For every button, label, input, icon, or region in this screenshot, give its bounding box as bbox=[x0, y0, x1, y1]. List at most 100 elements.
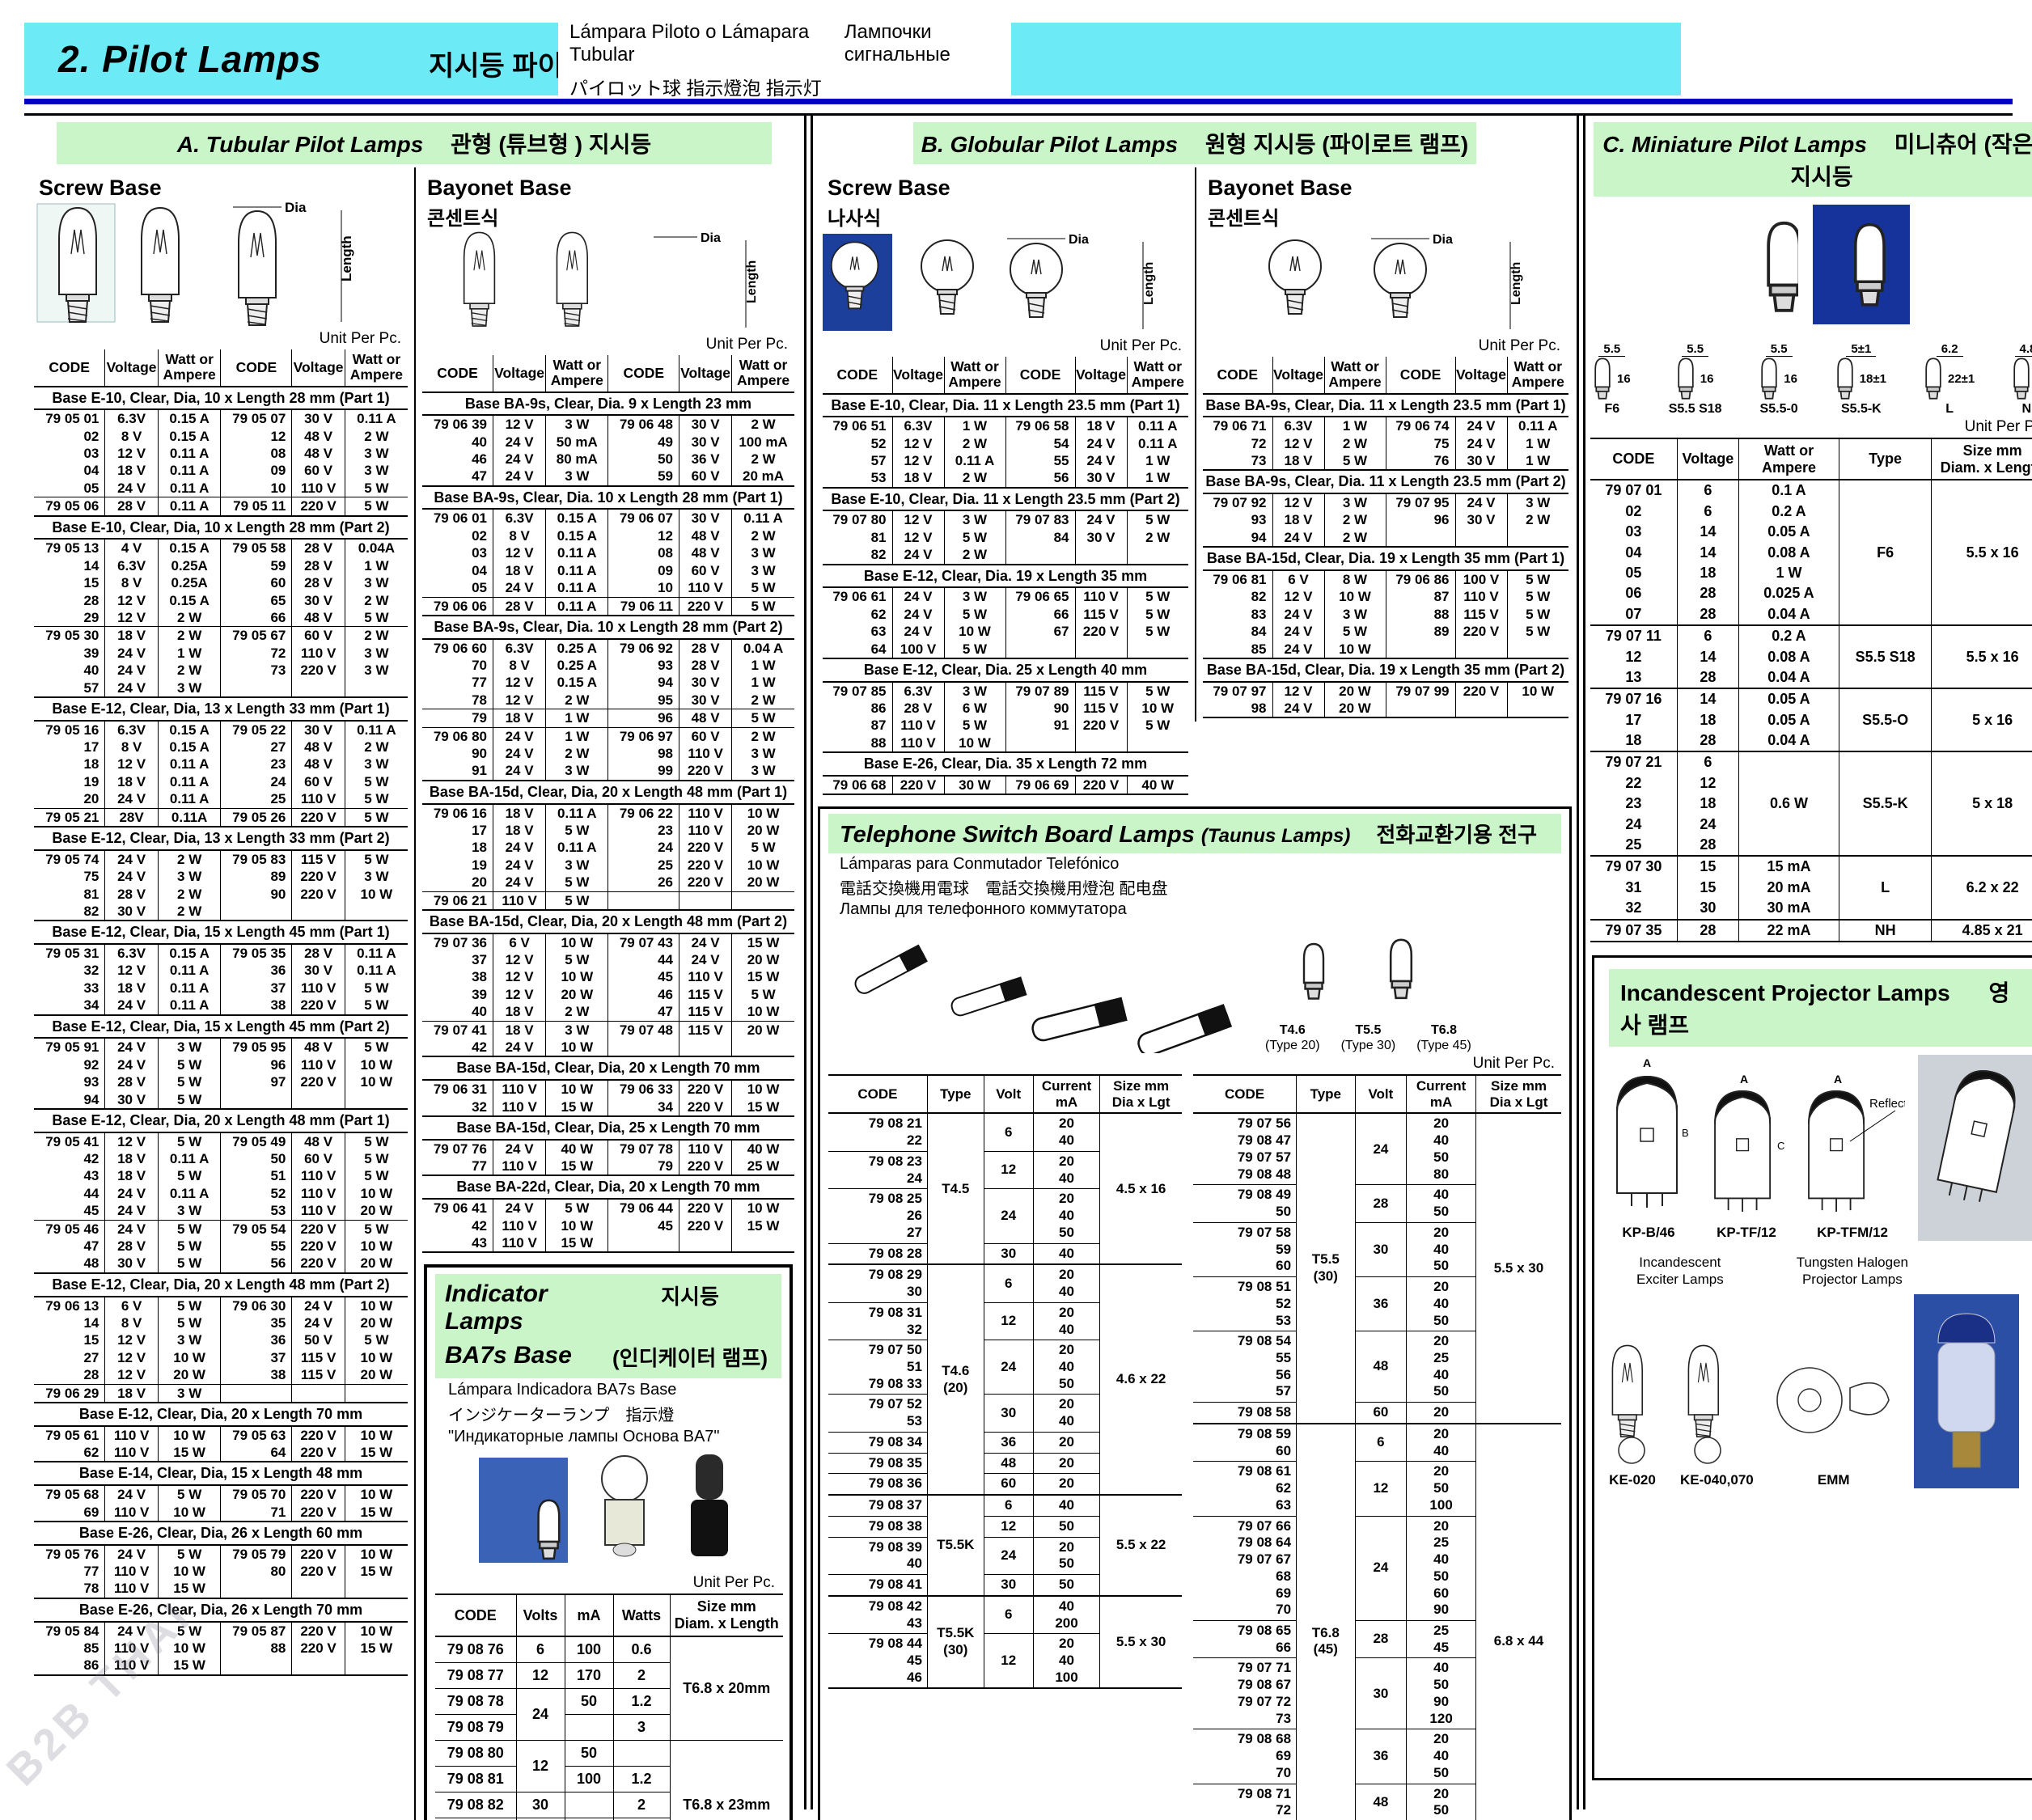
table-cell: 24 bbox=[1355, 1516, 1407, 1620]
table-cell: 10 W bbox=[158, 1504, 221, 1522]
table-cell bbox=[732, 1234, 794, 1252]
c-unit-label: Unit Per Pc. bbox=[1590, 418, 2032, 436]
table-cell: 79 06 51 bbox=[823, 417, 892, 434]
table-cell: 05 bbox=[1590, 563, 1677, 583]
table-cell: 15 W bbox=[732, 968, 794, 985]
table-cell: 220 V bbox=[292, 1545, 345, 1563]
table-cell: 8 V bbox=[493, 527, 546, 544]
table-cell: 3 W bbox=[944, 587, 1005, 605]
table-row: 9430 V5 W bbox=[34, 1091, 408, 1109]
table-cell: 95 bbox=[608, 692, 679, 709]
table-cell: 1 W bbox=[1507, 435, 1568, 452]
table-cell bbox=[345, 1384, 408, 1403]
table-row: CODETypeVoltCurrentmASize mmDia x Lgt bbox=[1193, 1075, 1561, 1113]
table-cell: 100 bbox=[565, 1766, 613, 1792]
table-cell: 20 mA bbox=[1739, 878, 1839, 898]
table-cell: 220 V bbox=[292, 1640, 345, 1657]
table-cell: 79 05 54 bbox=[221, 1220, 292, 1238]
table-cell: 79 08 2122 bbox=[828, 1113, 927, 1151]
dome-lamp-diagram: A C bbox=[1706, 1072, 1787, 1217]
table-cell: 79 08 77 bbox=[435, 1662, 516, 1688]
table-cell: 1 W bbox=[732, 657, 794, 674]
table-row: 79 07 2160.6 WS5.5-K5 x 18 bbox=[1590, 751, 2032, 772]
table-cell: 79 07 41 bbox=[422, 1021, 493, 1039]
table-cell: 79 05 01 bbox=[34, 409, 105, 427]
table-cell: 110 V bbox=[292, 1167, 345, 1184]
table-cell: 28 bbox=[1355, 1185, 1407, 1222]
table-cell: 1 W bbox=[732, 674, 794, 691]
table-cell: 0.15 A bbox=[546, 509, 608, 527]
miniature-spec-table: CODEVoltageWatt orAmpereTypeSize mmDiam.… bbox=[1590, 438, 2032, 942]
column-header: Voltage bbox=[105, 349, 158, 387]
telephone-spec-table: CODETypeVoltCurrentmASize mmDia x Lgt79 … bbox=[1193, 1074, 1561, 1820]
table-cell: 1 W bbox=[546, 727, 608, 745]
table-cell: 5 W bbox=[158, 1485, 221, 1503]
table-cell: 0.2 A bbox=[1739, 502, 1839, 522]
table-row: 79 06 1618 V0.11 A79 06 22110 V10 W bbox=[422, 804, 794, 822]
table-cell: 6.3V bbox=[892, 417, 944, 434]
table-cell: 30 V bbox=[1075, 529, 1127, 546]
section-c-miniature: C. Miniature Pilot Lamps 미니츄어 (작은) 지시등 5… bbox=[1583, 116, 2032, 1809]
table-cell: 0.11 A bbox=[158, 480, 221, 497]
table-row: 9224 V5 W96110 V10 W bbox=[34, 1056, 408, 1073]
table-row: 42110 V10 W45220 V15 W bbox=[422, 1217, 794, 1234]
dia-label: Dia bbox=[285, 201, 307, 215]
table-cell: 14 bbox=[34, 557, 105, 574]
table-cell: 110 V bbox=[892, 734, 944, 752]
table-cell: 5 W bbox=[345, 790, 408, 808]
table-cell: 220 V bbox=[292, 868, 345, 885]
table-cell: 79 06 06 bbox=[422, 597, 493, 616]
table-cell: 79 05 68 bbox=[34, 1485, 105, 1503]
table-row: Base E-12, Clear, Dia, 20 x Length 48 mm… bbox=[34, 1273, 408, 1297]
table-cell: 204050 bbox=[1407, 1222, 1476, 1276]
table-cell: 5 W bbox=[546, 951, 608, 968]
table-cell: 18 bbox=[1590, 730, 1677, 751]
column-header: Watt orAmpere bbox=[158, 349, 221, 387]
column-header: Voltage bbox=[1455, 357, 1507, 394]
projector-model-label: KP-TF/12 bbox=[1706, 1225, 1787, 1241]
table-cell bbox=[608, 1039, 679, 1056]
table-row: 8212 V10 W87110 V5 W bbox=[1203, 588, 1568, 605]
table-cell: 6.3V bbox=[105, 721, 158, 739]
table-cell: 24 V bbox=[105, 1202, 158, 1220]
group-title: Base BA-9s, Clear, Dia. 10 x Length 28 m… bbox=[422, 486, 794, 510]
table-cell: 28 V bbox=[105, 497, 158, 516]
table-cell: 18 V bbox=[105, 1167, 158, 1184]
table-cell: 08 bbox=[608, 544, 679, 561]
table-cell: 79 06 74 bbox=[1386, 417, 1455, 434]
table-row: 1924 V3 W25220 V10 W bbox=[422, 857, 794, 874]
table-cell: 79 05 30 bbox=[34, 627, 105, 645]
table-cell: 0.04 A bbox=[732, 639, 794, 657]
table-cell: 47 bbox=[34, 1238, 105, 1255]
table-cell: 20 bbox=[1033, 1474, 1099, 1495]
table-row: Base BA-22d, Clear, Dia, 20 x Length 70 … bbox=[422, 1175, 794, 1199]
table-row: Base E-26, Clear, Dia, 26 x Length 70 mm bbox=[34, 1598, 408, 1622]
table-cell: 24 bbox=[1590, 815, 1677, 835]
table-cell bbox=[679, 891, 732, 910]
table-cell: 220 V bbox=[679, 1217, 732, 1234]
indicator-base-korean: (인디케이터 램프) bbox=[608, 1342, 772, 1372]
exciter-lamp-diagram bbox=[1680, 1344, 1737, 1465]
table-cell: 42 bbox=[34, 1150, 105, 1167]
table-cell: 220 V bbox=[679, 1098, 732, 1116]
column-header: Voltage bbox=[1272, 357, 1324, 394]
table-cell: 78 bbox=[422, 692, 493, 709]
table-cell: 79 05 35 bbox=[221, 944, 292, 962]
table-cell: 25 bbox=[221, 790, 292, 808]
table-row: Base BA-15d, Clear, Dia, 20 x Length 48 … bbox=[422, 781, 794, 804]
exciter-diagrams: KE-020 KE-040,070 bbox=[1604, 1294, 2032, 1488]
telephone-title-sub: (Taunus Lamps) bbox=[1201, 825, 1350, 847]
table-cell: 88 bbox=[221, 1640, 292, 1657]
table-row: 79 05 6824 V5 W79 05 70220 V10 W bbox=[34, 1485, 408, 1503]
table-cell bbox=[608, 891, 679, 910]
table-cell: 18 V bbox=[105, 773, 158, 790]
table-cell bbox=[732, 891, 794, 910]
table-row: Base BA-9s, Clear, Dia. 10 x Length 28 m… bbox=[422, 486, 794, 510]
table-cell: 18 V bbox=[493, 1021, 546, 1039]
b-bayonet-label: Bayonet Base bbox=[1208, 176, 1567, 201]
table-cell: 79 07 95 bbox=[1386, 493, 1455, 511]
table-cell: 65 bbox=[221, 592, 292, 609]
table-cell: 15 bbox=[1677, 856, 1738, 877]
table-row: 79 07 856.3V3 W79 07 89115 V5 W bbox=[823, 682, 1188, 700]
group-title: Base E-12, Clear, Dia, 20 x Length 70 mm bbox=[34, 1403, 408, 1426]
